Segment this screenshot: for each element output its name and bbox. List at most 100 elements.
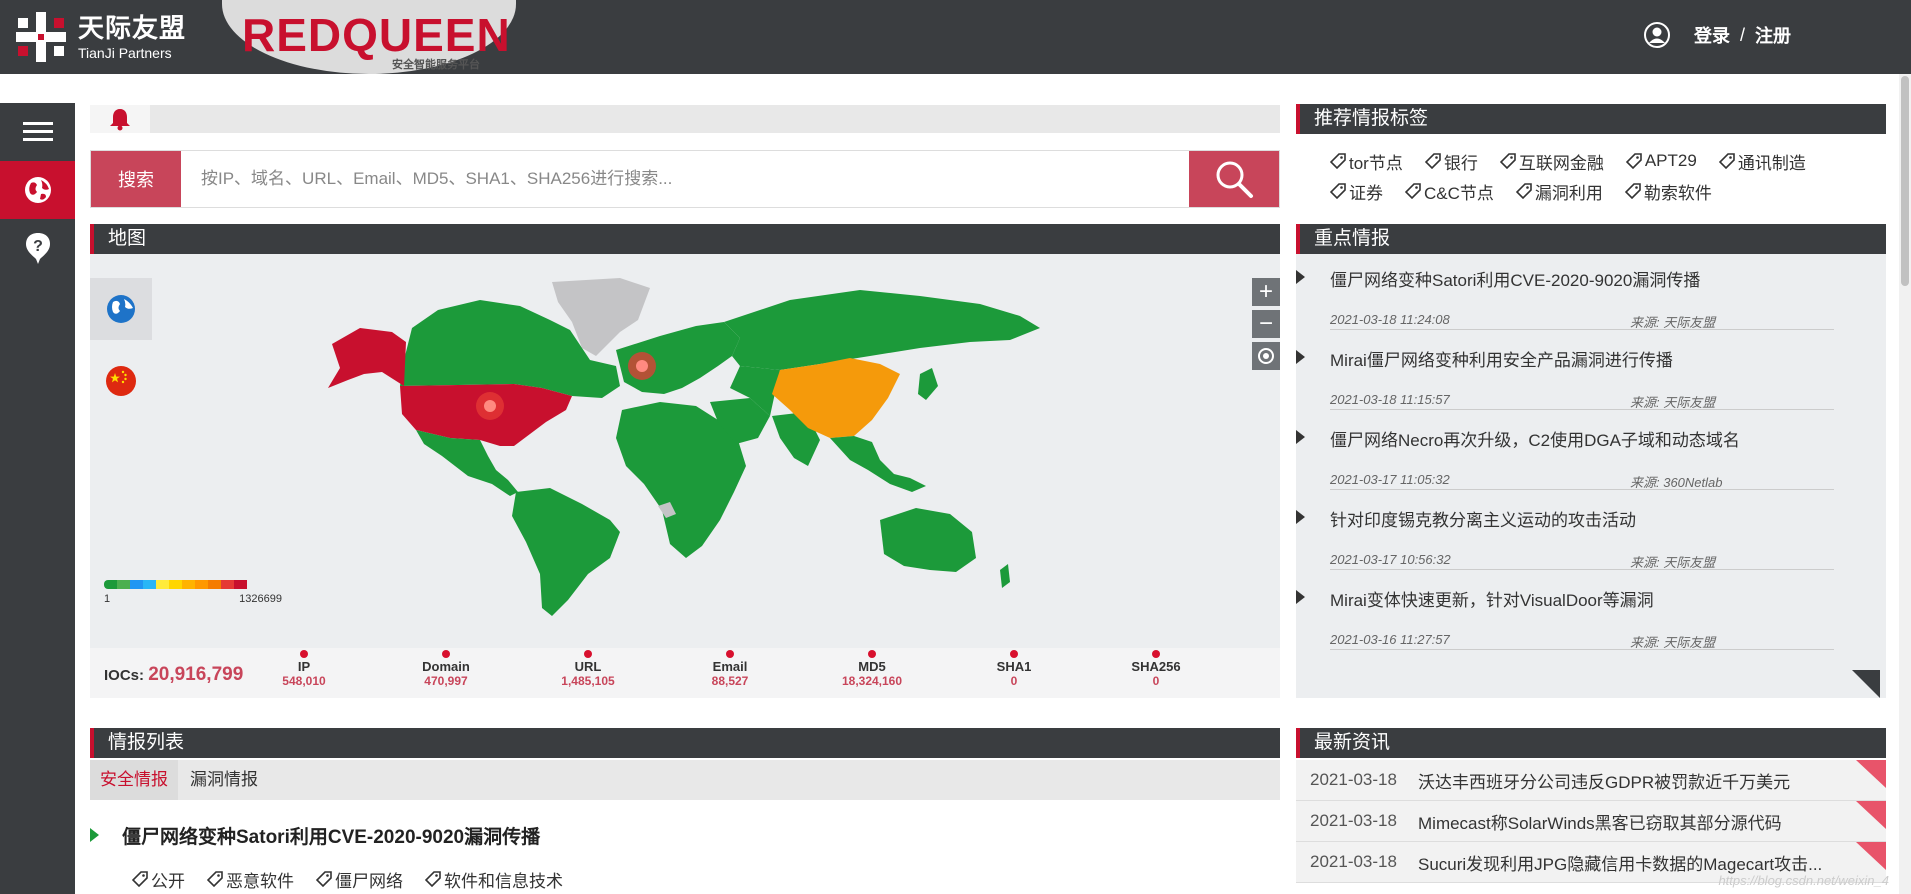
expand-arrow-icon [1296, 430, 1305, 444]
intel-tag[interactable]: 公开 [132, 864, 185, 894]
ioc-dot [300, 650, 308, 658]
search-input[interactable] [201, 161, 1151, 197]
china-view-button[interactable] [90, 350, 152, 412]
world-map[interactable] [320, 270, 1150, 620]
recommended-tag[interactable]: tor节点 [1330, 146, 1403, 176]
search-bar: 搜索 [90, 150, 1280, 208]
ioc-stat-domain[interactable]: Domain 470,997 [386, 650, 506, 689]
more-corner-icon[interactable] [1852, 670, 1880, 698]
key-intel-item-meta: 2021-03-18 11:24:08 来源: 天际友盟 [1330, 312, 1834, 330]
recommended-tag[interactable]: 银行 [1424, 146, 1478, 176]
map-legend: 1 1326699 [104, 580, 282, 605]
key-intel-item-title[interactable]: 僵尸网络变种Satori利用CVE-2020-9020漏洞传播 [1330, 266, 1700, 291]
latest-news-title-text[interactable]: 沃达丰西班牙分公司违反GDPR被罚款近千万美元 [1418, 768, 1838, 793]
page-scrollbar[interactable] [1899, 74, 1911, 894]
key-intel-item[interactable]: Mirai变体快速更新，针对VisualDoor等漏洞 2021-03-16 11… [1296, 586, 1856, 656]
recommended-tag[interactable]: 勒索软件 [1624, 176, 1712, 206]
recommended-tag[interactable]: 证券 [1330, 176, 1383, 206]
key-intel-item-title[interactable]: 僵尸网络Necro再次升级，C2使用DGA子域和动态域名 [1330, 426, 1740, 451]
ioc-stat-name: Email [712, 659, 748, 674]
ioc-dot [868, 650, 876, 658]
key-intel-panel: 僵尸网络变种Satori利用CVE-2020-9020漏洞传播 2021-03-1… [1296, 254, 1886, 698]
key-intel-item-source: 来源: 天际友盟 [1630, 555, 1716, 570]
zoom-in-button[interactable]: + [1252, 278, 1280, 306]
ioc-dot [584, 650, 592, 658]
left-rail: ? [0, 103, 75, 894]
tab-vuln-intel[interactable]: 漏洞情报 [180, 760, 268, 800]
key-intel-item-title[interactable]: Mirai僵尸网络变种利用安全产品漏洞进行传播 [1330, 346, 1673, 371]
rail-item-map[interactable] [0, 161, 75, 219]
key-intel-item[interactable]: 针对印度锡克教分离主义运动的攻击活动 2021-03-17 10:56:32 来源:… [1296, 506, 1856, 576]
legend-swatch [143, 580, 156, 589]
ioc-stat-sha256[interactable]: SHA256 0 [1096, 650, 1216, 689]
ioc-dot [1152, 650, 1160, 658]
legend-swatch [234, 580, 247, 589]
search-button[interactable] [1189, 151, 1279, 207]
zoom-out-button[interactable]: − [1252, 310, 1280, 338]
intel-item-title[interactable]: 僵尸网络变种Satori利用CVE-2020-9020漏洞传播 [122, 822, 540, 849]
ioc-stat-name: URL [574, 659, 602, 674]
key-intel-item-meta: 2021-03-17 11:05:32 来源: 360Netlab [1330, 472, 1834, 490]
product-subtitle: 安全智能服务平台 [392, 59, 480, 71]
recommended-tag[interactable]: 通讯制造 [1718, 146, 1806, 176]
intel-tag[interactable]: 僵尸网络 [316, 864, 403, 894]
brand-cn: 天际友盟 [78, 12, 187, 43]
rail-item-help[interactable]: ? [0, 219, 75, 277]
tag-label: 通讯制造 [1737, 153, 1806, 173]
key-intel-item[interactable]: 僵尸网络变种Satori利用CVE-2020-9020漏洞传播 2021-03-1… [1296, 266, 1856, 336]
latest-news-title-text[interactable]: Mimecast称SolarWinds黑客已窃取其部分源代码 [1418, 809, 1838, 834]
notification-bar [90, 105, 1280, 133]
tianji-logo-icon [16, 12, 66, 62]
intel-tag[interactable]: 恶意软件 [207, 864, 294, 894]
recommended-tag[interactable]: APT29 [1625, 146, 1697, 176]
key-intel-item-title[interactable]: 针对印度锡克教分离主义运动的攻击活动 [1330, 506, 1636, 531]
latest-news-row[interactable]: 2021-03-18 沃达丰西班牙分公司违反GDPR被罚款近千万美元 [1296, 760, 1886, 801]
login-link[interactable]: 登录 [1694, 22, 1730, 48]
scroll-thumb[interactable] [1901, 76, 1909, 286]
ioc-dot [1010, 650, 1018, 658]
locate-icon [1258, 348, 1274, 364]
latest-news-title-text[interactable]: Sucuri发现利用JPG隐藏信用卡数据的Magecart攻击... [1418, 850, 1838, 875]
ioc-stat-name: Domain [422, 659, 470, 674]
search-icon [1216, 161, 1253, 198]
world-globe-icon [107, 295, 135, 323]
map-reset-button[interactable] [1252, 342, 1280, 370]
ioc-stat-ip[interactable]: IP 548,010 [244, 650, 364, 689]
user-icon[interactable] [1643, 22, 1670, 48]
key-intel-item-time: 2021-03-17 10:56:32 [1330, 552, 1451, 567]
tag-icon [1405, 183, 1421, 199]
expand-arrow-icon [1296, 590, 1305, 604]
tianji-logo[interactable]: 天际友盟 TianJi Partners [12, 8, 186, 66]
intel-item-tags: 公开 恶意软件 僵尸网络 软件和信息技术 [132, 864, 585, 894]
key-intel-item-source: 来源: 天际友盟 [1630, 635, 1716, 650]
ioc-stat-email[interactable]: Email 88,527 [670, 650, 790, 689]
key-intel-item[interactable]: Mirai僵尸网络变种利用安全产品漏洞进行传播 2021-03-18 11:15:… [1296, 346, 1856, 416]
recommended-tag[interactable]: 互联网金融 [1499, 146, 1604, 176]
key-intel-item-title[interactable]: Mirai变体快速更新，针对VisualDoor等漏洞 [1330, 586, 1654, 611]
recommended-tag[interactable]: 漏洞利用 [1515, 176, 1603, 206]
key-intel-item-source: 来源: 360Netlab [1630, 475, 1723, 490]
latest-news-row[interactable]: 2021-03-18 Mimecast称SolarWinds黑客已窃取其部分源代码 [1296, 801, 1886, 842]
key-intel-item-source: 来源: 天际友盟 [1630, 315, 1716, 330]
tag-label: 证券 [1349, 183, 1383, 203]
ioc-stat-md5[interactable]: MD5 18,324,160 [812, 650, 932, 689]
recommended-tag[interactable]: C&C节点 [1405, 176, 1494, 206]
new-ribbon-icon [1856, 760, 1886, 788]
key-intel-item-time: 2021-03-18 11:24:08 [1330, 312, 1450, 327]
top-header: 天际友盟 TianJi Partners REDQUEEN 安全智能服务平台 登… [0, 0, 1911, 74]
key-intel-item[interactable]: 僵尸网络Necro再次升级，C2使用DGA子域和动态域名 2021-03-17 1… [1296, 426, 1856, 496]
intel-tag[interactable]: 软件和信息技术 [425, 864, 563, 894]
register-link[interactable]: 注册 [1755, 22, 1791, 48]
ioc-stat-url[interactable]: URL 1,485,105 [528, 650, 648, 689]
notification-button[interactable] [90, 105, 150, 133]
expand-arrow-icon [1296, 510, 1305, 524]
ioc-stat-sha1[interactable]: SHA1 0 [954, 650, 1074, 689]
tab-security-intel[interactable]: 安全情报 [90, 760, 178, 800]
latest-news-date: 2021-03-18 [1310, 852, 1397, 871]
menu-toggle[interactable] [0, 103, 75, 161]
ioc-stat-name: IP [297, 659, 311, 674]
world-view-button[interactable] [90, 278, 152, 340]
product-name[interactable]: REDQUEEN [242, 8, 511, 62]
latest-news-date: 2021-03-18 [1310, 811, 1397, 830]
legend-swatch [156, 580, 169, 589]
